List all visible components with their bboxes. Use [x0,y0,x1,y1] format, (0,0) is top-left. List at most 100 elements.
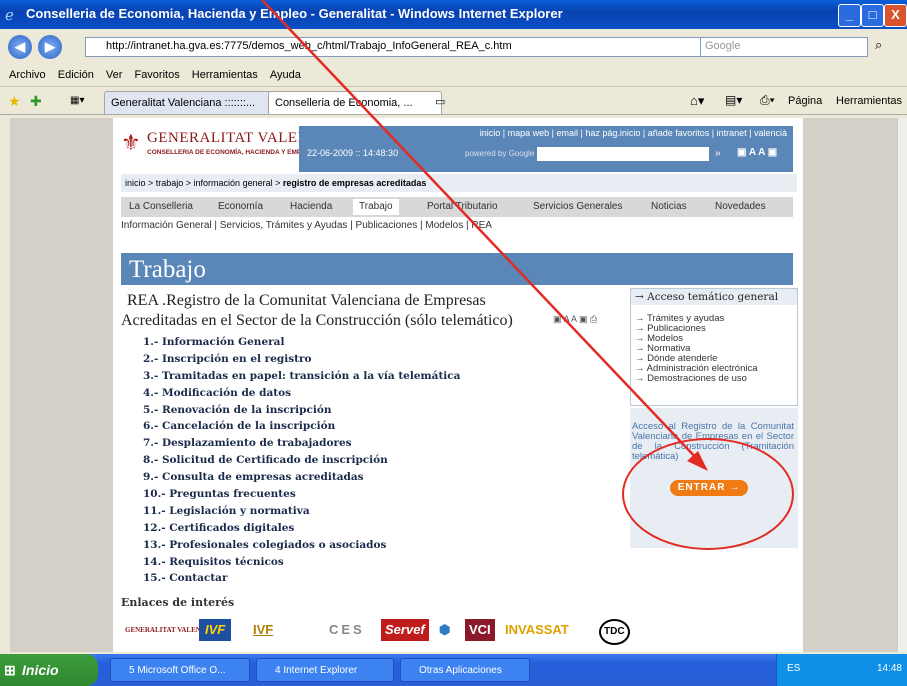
thematic-access-head[interactable]: → Acceso temático general [631,289,797,305]
vertical-scrollbar[interactable] [897,118,907,652]
rea-title-line1: REA .Registro de la Comunitat Valenciana… [127,292,486,309]
nav-hacienda[interactable]: Hacienda [290,201,332,212]
item-list: 1.- Información General 2.- Inscripción … [143,334,603,587]
list-item[interactable]: 15.- Contactar [143,570,603,587]
clock: 14:48 [876,663,902,674]
search-go-button[interactable]: » [715,148,721,159]
language-indicator[interactable]: ES [787,663,800,674]
partner-logos: GENERALITAT VALENCIANA IVF IVF CES Serve… [121,613,793,647]
logo-vci[interactable]: VCI [465,619,495,641]
print-icon[interactable]: ⎙▾ [760,93,775,108]
section-banner: Trabajo [121,253,793,285]
text-size-icon[interactable]: ▣ A A ▣ [737,147,777,158]
list-item[interactable]: 10.- Preguntas frecuentes [143,486,603,503]
tab-bar: ★ ✚ ▦▾ Generalitat Valenciana :::::::...… [0,87,907,115]
ie-icon: ℯ [5,7,14,24]
header-bar: inicio | mapa web | email | haz pág.inic… [299,126,793,172]
logo-sub-text: CONSELLERIA DE ECONOMÍA, HACIENDA Y EMPL… [147,149,315,156]
tools-menu[interactable]: Herramientas [836,95,902,107]
address-toolbar: ◀ ▶ http://intranet.ha.gva.es:7775/demos… [0,29,907,64]
list-item[interactable]: 4.- Modificación de datos [143,385,603,402]
nav-la-conselleria[interactable]: La Conselleria [129,201,193,212]
breadcrumb: inicio > trabajo > información general >… [121,174,797,192]
generalitat-logo-icon: ⚜ [121,130,141,155]
tab-generalitat[interactable]: Generalitat Valenciana :::::::... [104,91,276,114]
menu-ayuda[interactable]: Ayuda [270,69,301,81]
menu-favoritos[interactable]: Favoritos [134,69,179,81]
logo-ivf[interactable]: IVF [199,619,232,641]
list-item[interactable]: 2.- Inscripción en el registro [143,351,603,368]
nav-economia[interactable]: Economía [218,201,263,212]
text-tools-icon[interactable]: ▣ A A ▣ ⎙ [553,314,597,325]
nav-novedades[interactable]: Novedades [715,201,766,212]
list-item[interactable]: 7.- Desplazamiento de trabajadores [143,435,603,452]
address-input[interactable]: http://intranet.ha.gva.es:7775/demos_web… [85,37,704,57]
window-title-bar: ℯ Conselleria de Economia, Hacienda y Em… [0,0,907,29]
list-item[interactable]: 13.- Profesionales colegiados o asociado… [143,537,603,554]
enlaces-heading: Enlaces de interés [121,596,235,609]
taskbar-office[interactable]: 5 Microsoft Office O... [110,658,250,682]
menu-edicion[interactable]: Edición [58,69,94,81]
home-icon[interactable]: ⌂▾ [690,93,704,109]
breadcrumb-path[interactable]: inicio > trabajo > información general > [125,178,283,188]
logo-invassat[interactable]: INVASSAT [505,619,569,641]
window-title: Conselleria de Economia, Hacienda y Empl… [26,6,563,21]
taskbar-otras[interactable]: Otras Aplicaciones [400,658,530,682]
search-placeholder: Google [705,40,741,52]
nav-portal-tributario[interactable]: Portal Tributario [427,201,498,212]
side-link-label: Demostraciones de uso [647,373,747,384]
nav-servicios-generales[interactable]: Servicios Generales [533,201,622,212]
thematic-access-box: → Acceso temático general → Trámites y a… [630,288,798,406]
windows-logo-icon: ⊞ [4,662,16,678]
favorites-star-icon[interactable]: ★ [8,93,21,110]
site-search-input[interactable] [537,147,709,161]
start-label: Inicio [22,662,59,678]
system-tray: ES 14:48 [776,654,907,686]
menu-archivo[interactable]: Archivo [9,69,46,81]
start-button[interactable]: ⊞ Inicio [0,654,98,686]
sub-nav[interactable]: Información General | Servicios, Trámite… [121,220,793,234]
list-item[interactable]: 9.- Consulta de empresas acreditadas [143,469,603,486]
search-icon[interactable]: ⌕ [875,37,882,53]
list-item[interactable]: 5.- Renovación de la inscripción [143,402,603,419]
logo-ivf-text[interactable]: IVF [253,619,273,641]
thematic-access-label: Acceso temático general [647,291,779,303]
close-button[interactable]: X [884,4,907,27]
list-item[interactable]: 1.- Información General [143,334,603,351]
menu-ver[interactable]: Ver [106,69,123,81]
list-item[interactable]: 11.- Legislación y normativa [143,503,603,520]
list-item[interactable]: 12.- Certificados digitales [143,520,603,537]
search-input[interactable]: Google [700,37,868,57]
feeds-icon[interactable]: ▤▾ [725,93,742,107]
breadcrumb-current: registro de empresas acreditadas [282,178,427,188]
back-button[interactable]: ◀ [8,35,32,59]
list-item[interactable]: 14.- Requisitos técnicos [143,554,603,571]
nav-noticias[interactable]: Noticias [651,201,687,212]
logo-emblem-icon[interactable]: ⬢ [439,619,450,641]
list-item[interactable]: 8.- Solicitud de Certificado de inscripc… [143,452,603,469]
tab-conselleria[interactable]: Conselleria de Economia, ... [268,91,442,114]
side-link[interactable]: → Demostraciones de uso [635,373,747,384]
new-tab-button[interactable]: ▭ [435,95,445,108]
logo-ces[interactable]: CES [329,619,365,641]
annotation-circle [622,438,794,550]
section-title: Trabajo [129,256,206,283]
list-item[interactable]: 3.- Tramitadas en papel: transición a la… [143,368,603,385]
maximize-button[interactable]: □ [861,4,884,27]
taskbar: ⊞ Inicio 5 Microsoft Office O... 4 Inter… [0,654,907,686]
forward-button[interactable]: ▶ [38,35,62,59]
powered-by-google: powered by Google [465,149,535,158]
nav-trabajo[interactable]: Trabajo [353,199,399,215]
logo-tdc[interactable]: TDC [599,619,630,645]
browser-viewport: ⚜ GENERALITAT VALENCIANA CONSELLERIA DE … [10,118,897,652]
page-menu[interactable]: Página [788,95,822,107]
minimize-button[interactable]: _ [838,4,861,27]
list-item[interactable]: 6.- Cancelación de la inscripción [143,418,603,435]
add-favorites-icon[interactable]: ✚ [30,93,42,110]
rea-title: REA .Registro de la Comunitat Valenciana… [121,291,621,331]
menu-herramientas[interactable]: Herramientas [192,69,258,81]
quick-tabs-icon[interactable]: ▦▾ [70,95,84,106]
logo-servef[interactable]: Servef [381,619,429,641]
top-links[interactable]: inicio | mapa web | email | haz pág.inic… [480,128,787,138]
taskbar-ie[interactable]: 4 Internet Explorer [256,658,394,682]
